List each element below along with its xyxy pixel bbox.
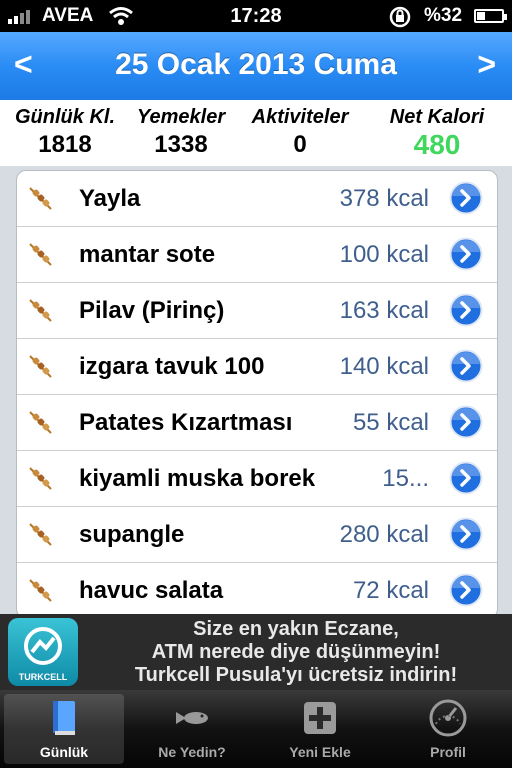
calorie-summary: Günlük Kl. 1818 Yemekler 1338 Aktivitele… <box>0 100 512 166</box>
ad-banner[interactable]: TURKCELL Size en yakın Eczane, ATM nered… <box>0 614 512 690</box>
food-kcal: 72 kcal <box>352 577 429 604</box>
detail-disclosure-button[interactable] <box>449 293 483 327</box>
food-row[interactable]: havuc salata 72 kcal <box>17 563 497 614</box>
meals-label: Yemekler <box>136 106 226 128</box>
food-list-area[interactable]: Yayla 378 kcal mantar sote 100 kcal Pilav (P… <box>0 166 512 614</box>
ad-line-2: ATM nerede diye düşünmeyin! <box>151 641 441 663</box>
page-title: 25 Ocak 2013 Cuma <box>115 48 397 81</box>
next-day-button[interactable]: > <box>477 46 496 83</box>
food-row[interactable]: Patates Kızartması 55 kcal <box>17 395 497 451</box>
tab-ne-yedin[interactable]: Ne Yedin? <box>132 694 252 764</box>
food-kcal: 100 kcal <box>339 241 429 268</box>
meals-calories: Yemekler 1338 <box>128 106 234 159</box>
food-row[interactable]: supangle 280 kcal <box>17 507 497 563</box>
tab-label: Günlük <box>39 744 89 760</box>
net-calories-value: 480 <box>413 129 461 160</box>
kebab-icon <box>29 467 52 490</box>
food-name: kiyamli muska borek <box>79 465 316 492</box>
tab-label: Yeni Ekle <box>289 744 351 760</box>
food-name: Yayla <box>79 185 141 212</box>
kebab-icon <box>29 243 52 266</box>
kebab-icon <box>29 299 52 322</box>
food-row[interactable]: izgara tavuk 100 140 kcal <box>17 339 497 395</box>
food-kcal: 163 kcal <box>339 297 429 324</box>
detail-disclosure-button[interactable] <box>449 517 483 551</box>
food-row[interactable]: Pilav (Pirinç) 163 kcal <box>17 283 497 339</box>
food-name: izgara tavuk 100 <box>79 353 265 380</box>
fish-icon <box>176 712 208 724</box>
tab-label: Ne Yedin? <box>158 744 226 760</box>
kebab-icon <box>29 411 52 434</box>
tab-bar: Günlük Ne Yedin? Yeni Ekle Profil <box>0 690 512 768</box>
turkcell-logo: TURKCELL <box>8 618 78 686</box>
detail-disclosure-button[interactable] <box>449 181 483 215</box>
food-name: supangle <box>79 521 185 548</box>
food-name: Pilav (Pirinç) <box>79 297 225 324</box>
detail-disclosure-button[interactable] <box>449 237 483 271</box>
food-kcal: 55 kcal <box>352 409 429 436</box>
detail-disclosure-button[interactable] <box>449 573 483 607</box>
rotation-lock-icon <box>389 6 411 28</box>
battery-icon <box>474 9 507 23</box>
gauge-icon <box>429 699 467 737</box>
meals-value: 1338 <box>154 131 208 158</box>
food-row[interactable]: kiyamli muska borek 15... <box>17 451 497 507</box>
tab-yeni-ekle[interactable]: Yeni Ekle <box>260 694 380 764</box>
detail-disclosure-button[interactable] <box>449 461 483 495</box>
food-kcal: 280 kcal <box>339 521 429 548</box>
food-kcal: 378 kcal <box>339 185 429 212</box>
navigation-bar: < 25 Ocak 2013 Cuma > <box>0 32 512 100</box>
food-name: havuc salata <box>79 577 224 604</box>
food-kcal: 140 kcal <box>339 353 429 380</box>
kebab-icon <box>29 523 52 546</box>
tab-label: Profil <box>430 744 466 760</box>
tab-gunluk[interactable]: Günlük <box>4 694 124 764</box>
battery-percent: %32 <box>424 5 463 26</box>
detail-disclosure-button[interactable] <box>449 349 483 383</box>
food-row[interactable]: mantar sote 100 kcal <box>17 227 497 283</box>
daily-calories-value: 1818 <box>38 131 92 158</box>
activities-label: Aktiviteler <box>251 106 349 128</box>
tab-profil[interactable]: Profil <box>388 694 508 764</box>
ad-brand: TURKCELL <box>18 672 68 682</box>
food-row[interactable]: Yayla 378 kcal <box>17 171 497 227</box>
net-calories: Net Kalori 480 <box>380 106 494 161</box>
ad-line-3: Turkcell Pusula'yı ücretsiz indirin! <box>134 664 458 686</box>
food-list: Yayla 378 kcal mantar sote 100 kcal Pilav (P… <box>16 170 498 614</box>
food-name: mantar sote <box>79 241 216 268</box>
status-bar: AVEA 17:28 %32 <box>0 0 512 32</box>
food-kcal: 15... <box>382 465 429 492</box>
compass-icon <box>24 627 62 665</box>
daily-calories: Günlük Kl. 1818 <box>6 106 124 159</box>
detail-disclosure-button[interactable] <box>449 405 483 439</box>
food-name: Patates Kızartması <box>79 409 293 436</box>
net-calories-label: Net Kalori <box>389 106 485 128</box>
kebab-icon <box>29 579 52 602</box>
kebab-icon <box>29 187 52 210</box>
daily-calories-label: Günlük Kl. <box>15 106 115 128</box>
activities-value: 0 <box>293 131 307 158</box>
battery-level <box>477 12 485 20</box>
ad-line-1: Size en yakın Eczane, <box>193 618 399 640</box>
kebab-icon <box>29 355 52 378</box>
book-icon <box>53 701 75 735</box>
activities-calories: Aktiviteler 0 <box>244 106 356 159</box>
plus-icon <box>304 702 336 734</box>
